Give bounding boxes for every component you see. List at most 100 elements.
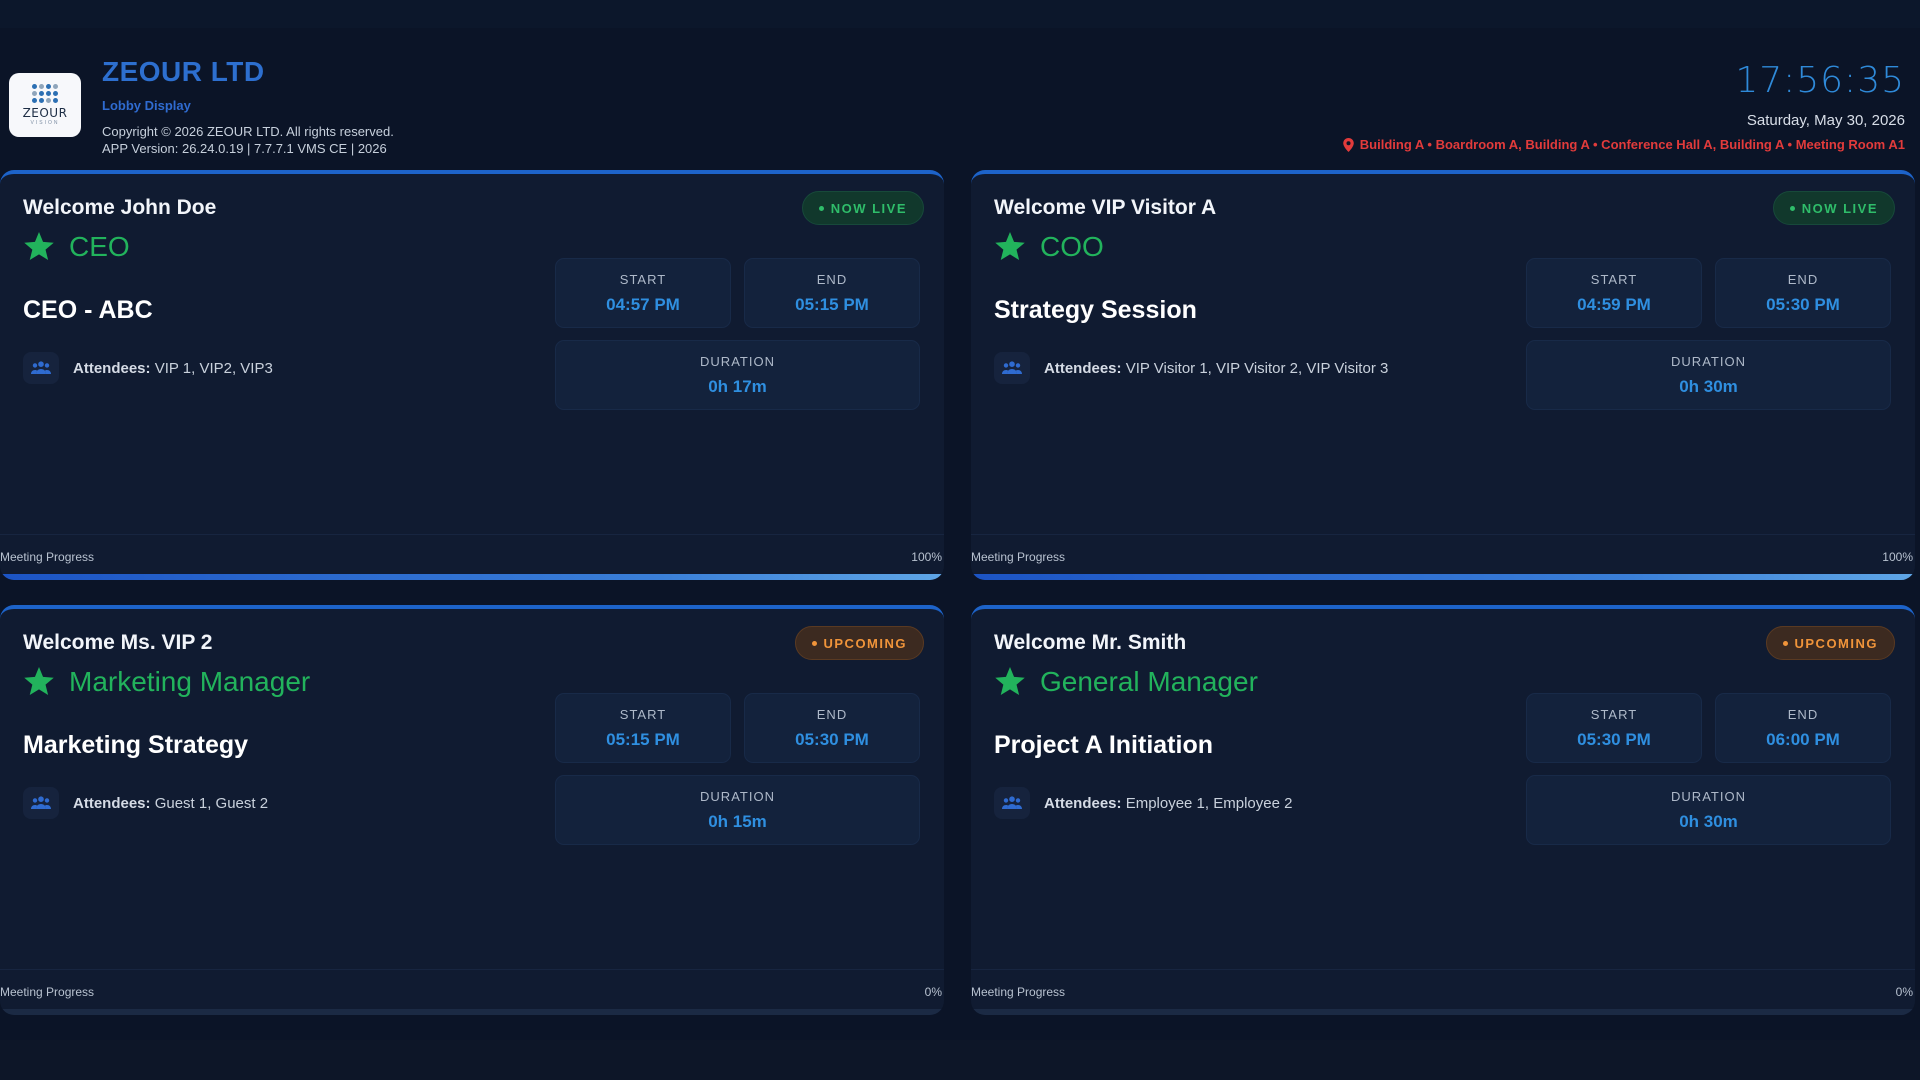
duration-value: 0h 17m (708, 376, 767, 396)
attendees-row: Attendees: Employee 1, Employee 2 (994, 787, 1292, 819)
end-time: 05:15 PM (795, 294, 869, 314)
role-row: General Manager (994, 666, 1258, 698)
end-time: 05:30 PM (1766, 294, 1840, 314)
app-version: APP Version: 26.24.0.19 | 7.7.7.1 VMS CE… (102, 141, 387, 156)
logo-wordmark: ZEOUR (22, 106, 68, 120)
role-title: General Manager (1040, 666, 1258, 697)
start-label: START (1590, 271, 1638, 287)
location-list: Building A • Boardroom A, Building A • C… (1343, 137, 1905, 152)
role-title: Marketing Manager (69, 666, 311, 697)
attendees-list: Employee 1, Employee 2 (1125, 794, 1293, 812)
company-logo: ZEOUR VISION (9, 73, 81, 137)
progress-bar (0, 574, 944, 580)
start-label: START (619, 706, 667, 722)
logo-mark (32, 84, 58, 103)
role-row: COO (994, 231, 1104, 263)
progress-percent: 0% (924, 985, 942, 999)
duration-label: DURATION (1671, 353, 1746, 369)
duration-label: DURATION (700, 353, 775, 369)
duration-box: DURATION 0h 15m (555, 775, 920, 845)
end-time-box: END 05:30 PM (1715, 258, 1891, 328)
start-time: 04:59 PM (1577, 294, 1651, 314)
welcome-text: Welcome VIP Visitor A (994, 196, 1217, 219)
duration-value: 0h 30m (1679, 376, 1738, 396)
users-icon (23, 787, 59, 819)
current-date: Saturday, May 30, 2026 (1746, 112, 1905, 129)
logo-subtext: VISION (30, 120, 60, 126)
attendees-row: Attendees: VIP 1, VIP2, VIP3 (23, 352, 273, 384)
progress-bar (971, 1009, 1915, 1015)
status-dot (811, 640, 817, 646)
meeting-title: Project A Initiation (994, 731, 1213, 759)
progress-divider (971, 534, 1915, 535)
start-time-box: START 05:30 PM (1526, 693, 1702, 763)
users-icon (994, 352, 1030, 384)
role-title: COO (1040, 231, 1104, 262)
start-time-box: START 04:59 PM (1526, 258, 1702, 328)
progress-fill (0, 574, 944, 580)
start-label: START (619, 271, 667, 287)
progress-label: Meeting Progress (971, 550, 1066, 564)
attendees-label: Attendees: (1044, 794, 1122, 812)
status-label: UPCOMING (1794, 635, 1878, 651)
meeting-card-3: Welcome Ms. VIP 2 UPCOMING Marketing Man… (0, 605, 944, 1015)
status-dot (1782, 640, 1788, 646)
start-time: 05:30 PM (1577, 729, 1651, 749)
end-label: END (1787, 706, 1819, 722)
progress-divider (971, 969, 1915, 970)
status-label: UPCOMING (823, 635, 907, 651)
status-badge: UPCOMING (794, 626, 924, 660)
attendees-list: VIP 1, VIP2, VIP3 (154, 359, 273, 377)
meeting-title: Strategy Session (994, 296, 1197, 324)
welcome-text: Welcome Mr. Smith (994, 631, 1187, 654)
star-icon (995, 232, 1025, 261)
attendees-row: Attendees: Guest 1, Guest 2 (23, 787, 268, 819)
bottom-strip (0, 1040, 1920, 1080)
progress-divider (0, 534, 944, 535)
start-time: 05:15 PM (606, 729, 680, 749)
map-pin-icon (1343, 137, 1354, 152)
attendees-label: Attendees: (73, 794, 151, 812)
status-label: NOW LIVE (830, 200, 907, 216)
attendees-list: Guest 1, Guest 2 (154, 794, 269, 812)
attendees-label: Attendees: (1044, 359, 1122, 377)
start-label: START (1590, 706, 1638, 722)
end-label: END (816, 706, 848, 722)
end-label: END (1787, 271, 1819, 287)
end-time: 05:30 PM (795, 729, 869, 749)
duration-box: DURATION 0h 17m (555, 340, 920, 410)
start-time-box: START 05:15 PM (555, 693, 731, 763)
progress-divider (0, 969, 944, 970)
duration-box: DURATION 0h 30m (1526, 340, 1891, 410)
start-time: 04:57 PM (606, 294, 680, 314)
end-label: END (816, 271, 848, 287)
role-title: CEO (69, 231, 130, 262)
progress-label: Meeting Progress (0, 985, 95, 999)
company-name: ZEOUR LTD (102, 56, 265, 87)
users-icon (23, 352, 59, 384)
end-time-box: END 06:00 PM (1715, 693, 1891, 763)
progress-percent: 100% (911, 550, 942, 564)
star-icon (24, 667, 54, 696)
meeting-card-4: Welcome Mr. Smith UPCOMING General Manag… (971, 605, 1915, 1015)
status-dot (1789, 205, 1795, 211)
progress-label: Meeting Progress (0, 550, 95, 564)
status-dot (818, 205, 824, 211)
duration-label: DURATION (1671, 788, 1746, 804)
progress-bar (0, 1009, 944, 1015)
end-time: 06:00 PM (1766, 729, 1840, 749)
copyright-text: Copyright © 2026 ZEOUR LTD. All rights r… (102, 124, 394, 139)
status-badge: NOW LIVE (801, 191, 924, 225)
progress-bar (971, 574, 1915, 580)
duration-label: DURATION (700, 788, 775, 804)
meeting-title: Marketing Strategy (23, 731, 249, 759)
attendees-label: Attendees: (73, 359, 151, 377)
attendees-row: Attendees: VIP Visitor 1, VIP Visitor 2,… (994, 352, 1388, 384)
progress-percent: 0% (1895, 985, 1913, 999)
meeting-card-1: Welcome John Doe NOW LIVE CEO CEO - ABC (0, 170, 944, 580)
users-icon (994, 787, 1030, 819)
role-row: CEO (23, 231, 130, 263)
welcome-text: Welcome Ms. VIP 2 (23, 631, 213, 654)
progress-label: Meeting Progress (971, 985, 1066, 999)
top-strip (0, 0, 1920, 28)
